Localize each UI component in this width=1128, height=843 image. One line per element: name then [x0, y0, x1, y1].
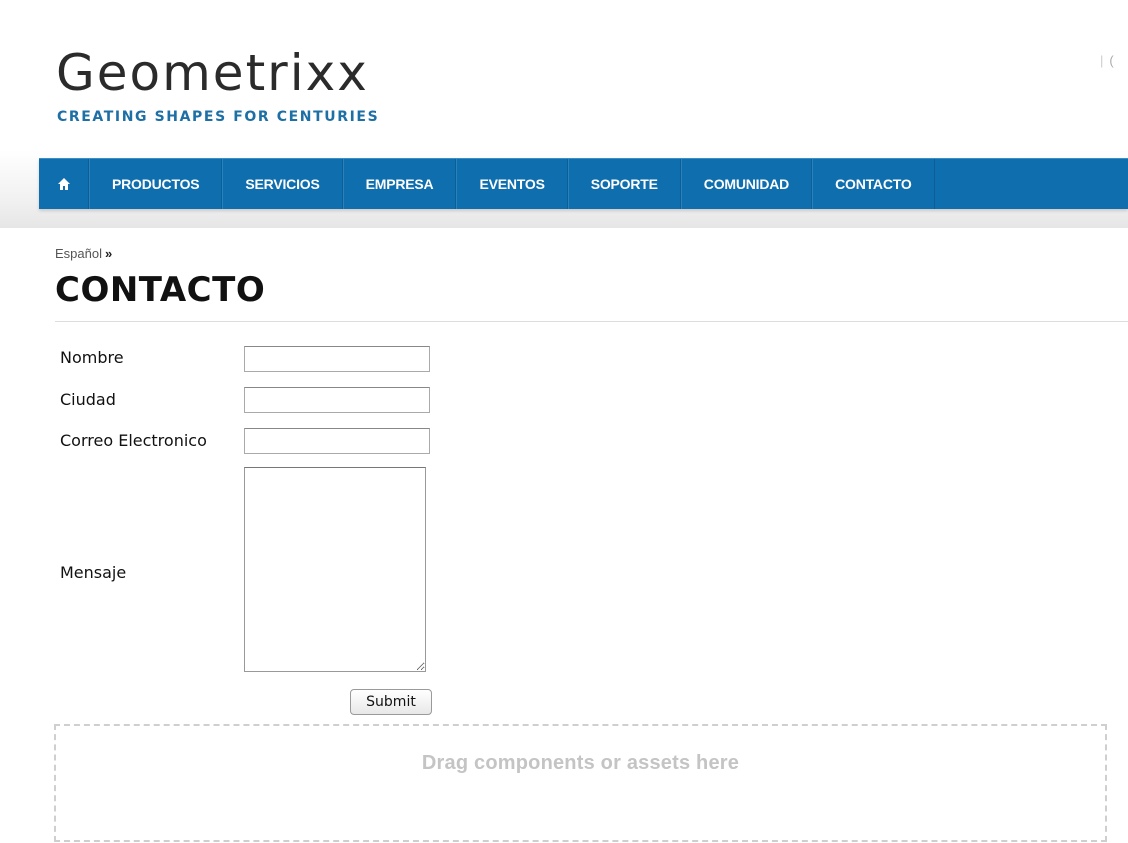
nav-item-servicios[interactable]: SERVICIOS [222, 159, 343, 209]
page-title: CONTACTO [55, 270, 266, 310]
breadcrumb-separator: » [104, 246, 113, 261]
message-label: Mensaje [60, 563, 127, 582]
submit-button[interactable]: Submit [350, 689, 432, 715]
home-icon [57, 178, 70, 190]
nav-item-contacto[interactable]: CONTACTO [812, 159, 935, 209]
breadcrumb-language[interactable]: Español [55, 246, 102, 261]
title-divider [55, 321, 1128, 322]
email-input[interactable] [244, 428, 430, 454]
nav-item-eventos[interactable]: EVENTOS [456, 159, 568, 209]
separator: | [1100, 53, 1104, 68]
city-input[interactable] [244, 387, 430, 413]
top-right-link[interactable]: |( [1100, 53, 1114, 68]
city-label: Ciudad [60, 390, 116, 409]
main-nav: PRODUCTOS SERVICIOS EMPRESA EVENTOS SOPO… [39, 158, 1128, 209]
drop-zone[interactable]: Drag components or assets here [54, 724, 1107, 842]
logo-title[interactable]: Geometrixx [56, 48, 369, 98]
nav-item-soporte[interactable]: SOPORTE [567, 159, 681, 209]
email-label: Correo Electronico [60, 431, 207, 450]
nav-item-comunidad[interactable]: COMUNIDAD [680, 159, 813, 209]
nav-home[interactable] [39, 159, 89, 209]
name-input[interactable] [244, 346, 430, 372]
nav-item-empresa[interactable]: EMPRESA [342, 159, 457, 209]
name-label: Nombre [60, 348, 124, 367]
nav-item-productos[interactable]: PRODUCTOS [89, 159, 223, 209]
top-right-link-text[interactable]: ( [1109, 53, 1113, 68]
message-textarea[interactable] [244, 467, 426, 672]
drop-zone-label: Drag components or assets here [421, 752, 740, 774]
logo-tagline: CREATING SHAPES FOR CENTURIES [57, 109, 380, 125]
breadcrumb: Español» [55, 246, 112, 261]
